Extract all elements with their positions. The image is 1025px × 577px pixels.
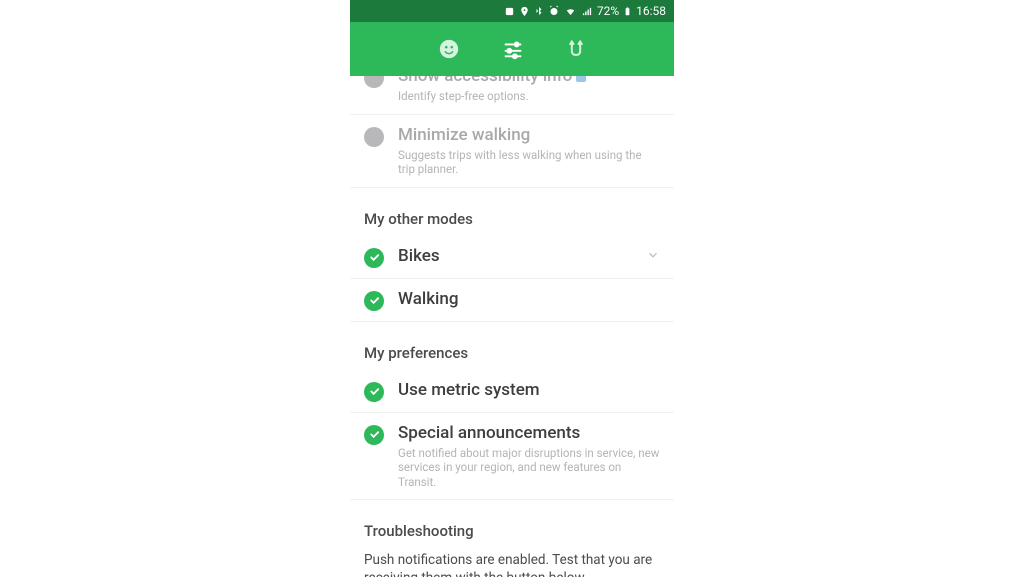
section-header-preferences: My preferences: [350, 322, 674, 370]
setting-show-accessibility[interactable]: Show accessibility info Identify step-fr…: [350, 76, 674, 115]
badge-icon: [576, 76, 586, 82]
check-icon[interactable]: [364, 382, 384, 402]
chevron-down-icon[interactable]: [646, 247, 660, 266]
app-tab-bar: [350, 22, 674, 76]
setting-title: Minimize walking: [398, 125, 660, 146]
phone-frame: 72% 16:58 Show accessibility info Identi…: [350, 0, 674, 577]
settings-content[interactable]: Show accessibility info Identify step-fr…: [350, 76, 674, 577]
setting-subtitle: Identify step-free options.: [398, 89, 660, 103]
tab-route[interactable]: [566, 38, 586, 60]
pref-announcements[interactable]: Special announcements Get notified about…: [350, 413, 674, 500]
pref-subtitle: Get notified about major disruptions in …: [398, 446, 660, 489]
toggle-off-icon[interactable]: [364, 76, 384, 88]
check-icon[interactable]: [364, 248, 384, 268]
setting-minimize-walking[interactable]: Minimize walking Suggests trips with les…: [350, 115, 674, 188]
mode-bikes[interactable]: Bikes: [350, 236, 674, 279]
section-header-troubleshooting: Troubleshooting: [350, 500, 674, 548]
pref-metric[interactable]: Use metric system: [350, 370, 674, 413]
clock: 16:58: [636, 4, 666, 18]
pref-label: Special announcements: [398, 423, 660, 444]
tab-emoji[interactable]: [438, 38, 460, 60]
mode-walking[interactable]: Walking: [350, 279, 674, 322]
nfc-icon: [504, 6, 515, 17]
tab-sliders[interactable]: [502, 38, 524, 60]
check-icon[interactable]: [364, 291, 384, 311]
setting-title: Show accessibility info: [398, 76, 660, 87]
location-icon: [519, 6, 530, 17]
mode-label: Bikes: [398, 246, 632, 267]
toggle-off-icon[interactable]: [364, 127, 384, 147]
troubleshooting-text: Push notifications are enabled. Test tha…: [350, 548, 674, 577]
battery-icon: [623, 5, 632, 18]
setting-subtitle: Suggests trips with less walking when us…: [398, 148, 660, 177]
wifi-icon: [564, 6, 577, 17]
mode-label: Walking: [398, 289, 660, 310]
bluetooth-icon: [534, 5, 544, 17]
pref-label: Use metric system: [398, 380, 660, 401]
signal-icon: [581, 6, 593, 17]
battery-percentage: 72%: [597, 4, 619, 18]
check-icon[interactable]: [364, 425, 384, 445]
section-header-modes: My other modes: [350, 188, 674, 236]
alarm-icon: [548, 5, 560, 17]
status-bar: 72% 16:58: [350, 0, 674, 22]
